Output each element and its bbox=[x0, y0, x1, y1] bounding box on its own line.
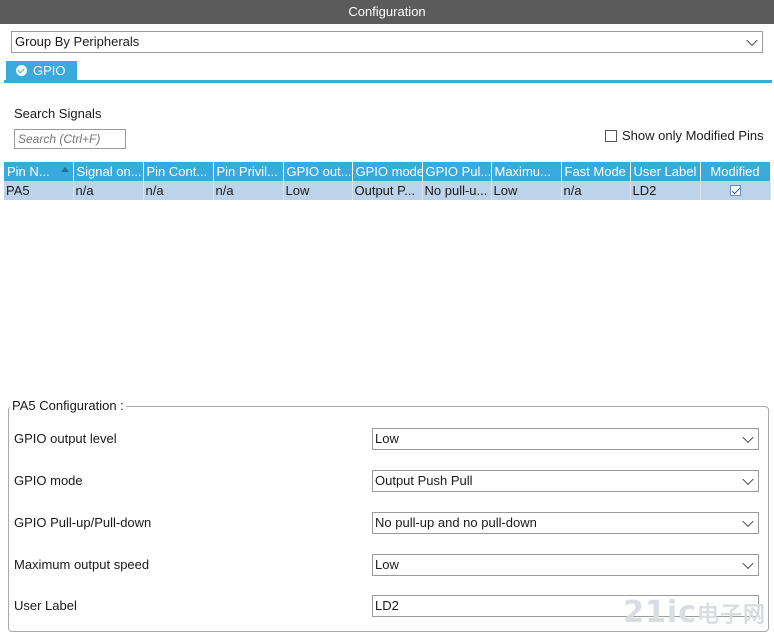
chevron-down-icon bbox=[746, 34, 758, 47]
watermark-logo: 21ic电子网 bbox=[623, 595, 766, 630]
cell-signal[interactable]: n/a bbox=[73, 181, 144, 200]
col-header-max-speed[interactable]: Maximu... bbox=[491, 162, 562, 181]
show-modified-toggle[interactable]: Show only Modified Pins bbox=[605, 128, 764, 143]
max-output-speed-value: Low bbox=[375, 557, 399, 572]
gpio-pull-label: GPIO Pull-up/Pull-down bbox=[14, 515, 152, 530]
modified-checkbox[interactable] bbox=[729, 185, 741, 196]
tab-gpio-label: GPIO bbox=[33, 63, 66, 78]
show-modified-checkbox[interactable] bbox=[605, 130, 617, 142]
col-header-pin-context[interactable]: Pin Cont... bbox=[143, 162, 214, 181]
cell-max-speed[interactable]: Low bbox=[491, 181, 562, 200]
chevron-down-icon bbox=[742, 473, 754, 486]
cell-gpio-output[interactable]: Low bbox=[283, 181, 353, 200]
gpio-output-level-value: Low bbox=[375, 431, 399, 446]
tab-gpio[interactable]: GPIO bbox=[6, 61, 77, 81]
gpio-pull-dropdown[interactable]: No pull-up and no pull-down bbox=[372, 512, 759, 534]
chevron-down-icon bbox=[742, 557, 754, 570]
cell-pin[interactable]: PA5 bbox=[4, 181, 74, 200]
signals-table: Pin N... Signal on... Pin Cont... Pin Pr… bbox=[4, 162, 771, 200]
pin-configuration-title: PA5 Configuration : bbox=[10, 398, 126, 413]
cell-fast-mode[interactable]: n/a bbox=[561, 181, 631, 200]
cell-pin-privilege[interactable]: n/a bbox=[213, 181, 284, 200]
panel-title: Configuration bbox=[0, 0, 774, 24]
search-signals-label: Search Signals bbox=[14, 106, 102, 121]
gpio-mode-value: Output Push Pull bbox=[375, 473, 473, 488]
cell-pin-context[interactable]: n/a bbox=[143, 181, 214, 200]
group-by-dropdown[interactable]: Group By Peripherals bbox=[11, 31, 763, 53]
col-header-signal[interactable]: Signal on... bbox=[73, 162, 144, 181]
col-header-gpio-pull[interactable]: GPIO Pul... bbox=[422, 162, 492, 181]
col-header-user-label[interactable]: User Label bbox=[630, 162, 701, 181]
col-header-pin[interactable]: Pin N... bbox=[4, 162, 74, 181]
table-header-row: Pin N... Signal on... Pin Cont... Pin Pr… bbox=[4, 162, 771, 181]
chevron-down-icon bbox=[742, 431, 754, 444]
chevron-down-icon bbox=[742, 515, 754, 528]
cell-gpio-mode[interactable]: Output P... bbox=[352, 181, 423, 200]
col-header-pin-privilege[interactable]: Pin Privil... bbox=[213, 162, 284, 181]
gpio-mode-label: GPIO mode bbox=[14, 473, 83, 488]
col-header-gpio-mode[interactable]: GPIO mode bbox=[352, 162, 423, 181]
check-circle-icon bbox=[16, 65, 27, 76]
gpio-pull-value: No pull-up and no pull-down bbox=[375, 515, 537, 530]
max-output-speed-dropdown[interactable]: Low bbox=[372, 554, 759, 576]
cell-gpio-pull[interactable]: No pull-u... bbox=[422, 181, 492, 200]
search-input[interactable] bbox=[14, 129, 126, 149]
col-header-fast-mode[interactable]: Fast Mode bbox=[561, 162, 631, 181]
col-header-modified[interactable]: Modified bbox=[700, 162, 771, 181]
table-row[interactable]: PA5 n/a n/a n/a Low Output P... No pull-… bbox=[4, 181, 771, 200]
tab-underline bbox=[4, 80, 772, 83]
cell-user-label[interactable]: LD2 bbox=[630, 181, 701, 200]
max-output-speed-label: Maximum output speed bbox=[14, 557, 150, 572]
sort-ascending-icon bbox=[60, 167, 69, 172]
group-by-value: Group By Peripherals bbox=[15, 34, 140, 49]
gpio-mode-dropdown[interactable]: Output Push Pull bbox=[372, 470, 759, 492]
user-label-label: User Label bbox=[14, 598, 77, 613]
gpio-output-level-dropdown[interactable]: Low bbox=[372, 428, 759, 450]
gpio-output-level-label: GPIO output level bbox=[14, 431, 117, 446]
col-header-gpio-output[interactable]: GPIO out... bbox=[283, 162, 353, 181]
show-modified-label: Show only Modified Pins bbox=[622, 128, 764, 143]
cell-modified[interactable] bbox=[700, 181, 771, 200]
